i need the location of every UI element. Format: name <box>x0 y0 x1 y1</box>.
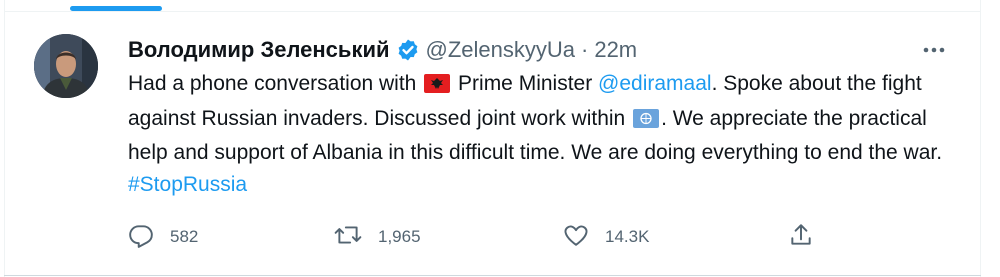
more-options-icon[interactable] <box>916 38 952 62</box>
avatar[interactable] <box>34 34 98 98</box>
frame-left-border <box>4 0 5 277</box>
hashtag-link[interactable]: #StopRussia <box>128 173 247 196</box>
tweet-text: Had a phone conversation with Prime Mini… <box>128 68 958 200</box>
mention-link[interactable]: @ediramaal <box>598 72 712 95</box>
timestamp[interactable]: 22m <box>594 37 637 63</box>
like-count: 14.3K <box>605 227 650 246</box>
reply-button[interactable]: 582 <box>128 220 198 254</box>
heart-icon <box>563 222 589 253</box>
user-handle[interactable]: @ZelenskyyUa <box>426 37 576 63</box>
like-button[interactable]: 14.3K <box>563 220 649 254</box>
verified-badge-icon <box>396 38 420 62</box>
frame-right-border <box>980 0 981 277</box>
frame-bottom-border <box>4 275 981 276</box>
retweet-count: 1,965 <box>378 227 421 246</box>
top-divider <box>4 11 981 12</box>
share-button[interactable] <box>788 220 814 254</box>
albania-flag-icon <box>424 71 451 103</box>
tweet-text-part-2: Prime Minister <box>452 72 599 95</box>
separator-dot: · <box>581 37 589 62</box>
retweet-button[interactable]: 1,965 <box>334 220 421 254</box>
display-name[interactable]: Володимир Зеленський <box>128 37 390 63</box>
retweet-icon <box>334 222 362 253</box>
united-nations-flag-icon <box>633 106 660 138</box>
tweet-text-part-1: Had a phone conversation with <box>128 72 423 95</box>
tweet-header: Володимир Зеленський @ZelenskyyUa · 22m <box>128 34 637 66</box>
reply-count: 582 <box>170 227 199 246</box>
reply-icon <box>128 222 154 253</box>
share-icon <box>788 222 814 253</box>
